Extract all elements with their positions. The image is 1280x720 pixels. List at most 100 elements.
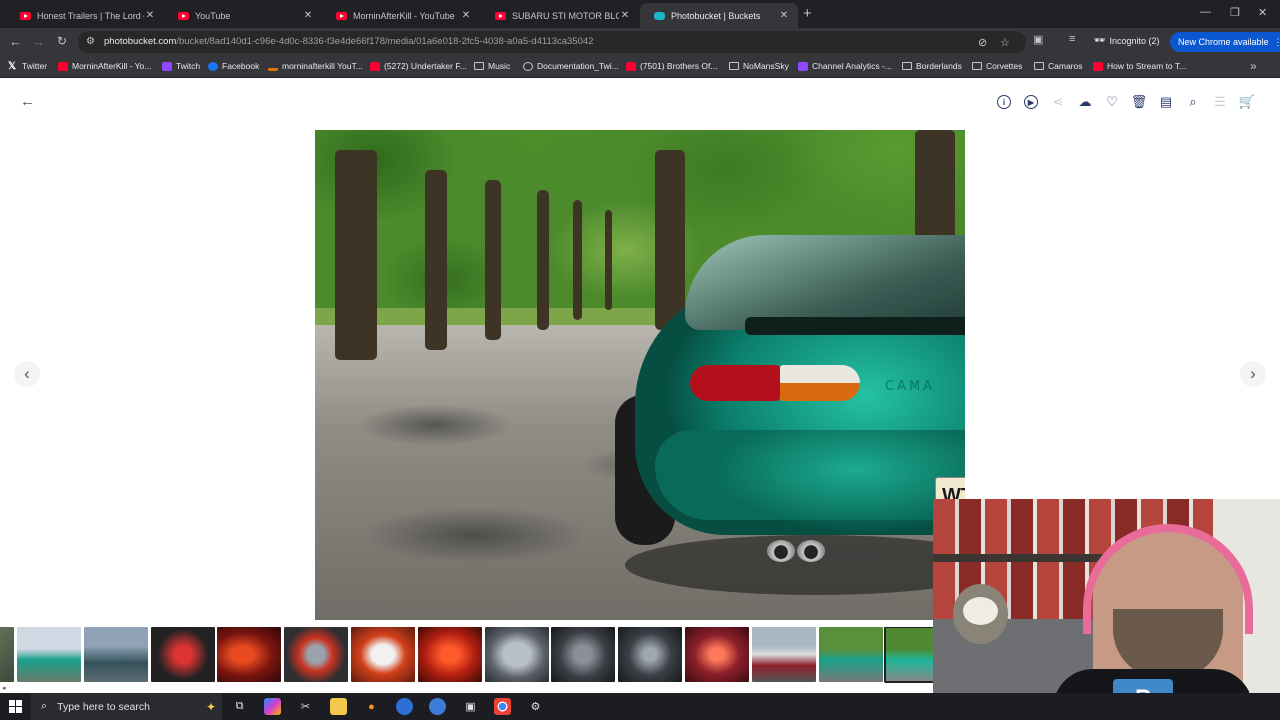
folder-icon: [474, 62, 484, 70]
analytics-icon: [268, 62, 278, 71]
tab-photobucket[interactable]: Photobucket | Buckets ✕: [640, 3, 798, 28]
previous-photo-button[interactable]: ‹: [14, 361, 40, 387]
car-exhaust: [797, 540, 825, 562]
menu-dots-icon[interactable]: ⋮: [1274, 32, 1280, 52]
bookmark-star-icon[interactable]: ☆: [1000, 36, 1010, 49]
cart-icon[interactable]: 🛒: [1238, 93, 1256, 111]
folder-icon: [729, 62, 739, 70]
edit-icon[interactable]: ☰: [1211, 93, 1229, 111]
next-photo-button[interactable]: ›: [1240, 361, 1266, 387]
tab-youtube[interactable]: YouTube ✕: [164, 3, 322, 28]
forward-icon[interactable]: →: [32, 34, 45, 49]
bookmark-twitch[interactable]: Twitch: [162, 61, 200, 71]
youtube-icon: [178, 11, 189, 20]
main-photo[interactable]: CAMA WT: [315, 130, 965, 620]
move-to-folder-icon[interactable]: ▤: [1157, 93, 1175, 111]
tab-morninafterkill[interactable]: MorninAfterKill - YouTube ✕: [322, 3, 480, 28]
bookmark-undertaker[interactable]: (5272) Undertaker F...: [370, 61, 467, 71]
bookmark-facebook[interactable]: Facebook: [208, 61, 259, 71]
bookmark-twitter[interactable]: 𝕏 Twitter: [8, 61, 47, 71]
slideshow-icon[interactable]: ▶: [1024, 95, 1038, 109]
photo-thumbnail[interactable]: [551, 627, 616, 682]
bookmark-folder-nomanssky[interactable]: NoMansSky: [729, 61, 789, 71]
tab-title: SUBARU STI MOTOR BLOWS U: [512, 10, 619, 21]
photo-thumbnail[interactable]: [818, 627, 883, 682]
windows-start-icon[interactable]: [9, 700, 22, 713]
steam-icon[interactable]: [396, 698, 413, 715]
back-icon[interactable]: ←: [9, 34, 22, 49]
youtube-icon: [495, 11, 506, 20]
photo-thumbnail[interactable]: [217, 627, 282, 682]
photo-thumbnail[interactable]: [884, 627, 940, 683]
bookmark-folder-camaros[interactable]: Camaros: [1034, 61, 1082, 71]
photo-thumbnail[interactable]: [484, 627, 549, 682]
tab-honest-trailers[interactable]: Honest Trailers | The Lord of the ✕: [6, 3, 164, 28]
bookmark-documentation[interactable]: Documentation_Twi...: [523, 61, 619, 71]
download-icon[interactable]: ☁: [1076, 93, 1094, 111]
car-tail-light: [690, 365, 780, 401]
photo-thumbnail[interactable]: [83, 627, 148, 682]
settings-gear-icon[interactable]: ⚙: [527, 698, 544, 715]
side-panel-icon[interactable]: ▣: [1033, 33, 1043, 46]
obs-icon[interactable]: [429, 698, 446, 715]
close-tab-icon[interactable]: ✕: [460, 10, 472, 21]
close-tab-icon[interactable]: ✕: [144, 10, 156, 21]
close-tab-icon[interactable]: ✕: [619, 10, 631, 21]
trash-icon[interactable]: 🗑: [1130, 93, 1148, 111]
heart-icon[interactable]: ♡: [1103, 93, 1121, 111]
bookmark-label: Music: [488, 61, 511, 71]
file-explorer-icon[interactable]: [330, 698, 347, 715]
new-chrome-available-button[interactable]: New Chrome available ⋮: [1170, 32, 1280, 52]
copilot-app-icon[interactable]: [264, 698, 281, 715]
copilot-sparkle-icon[interactable]: ✦: [206, 700, 216, 714]
tab-subaru[interactable]: SUBARU STI MOTOR BLOWS U ✕: [481, 3, 639, 28]
photo-thumbnail[interactable]: [751, 627, 816, 682]
chrome-taskbar-icon[interactable]: [494, 698, 511, 715]
photo-thumbnail[interactable]: [417, 627, 482, 682]
stream-deck-icon[interactable]: ▣: [462, 698, 479, 715]
tab-search-icon[interactable]: ≡: [1069, 33, 1075, 45]
bookmark-yt-analytics[interactable]: morninafterkill YouT...: [268, 61, 363, 71]
reload-icon[interactable]: ↻: [57, 34, 67, 48]
bitcoin-app-icon[interactable]: ●: [363, 698, 380, 715]
photo-thumbnail[interactable]: [685, 627, 749, 682]
bookmark-brothers[interactable]: (7501) Brothers Of...: [626, 61, 717, 71]
snipping-tool-icon[interactable]: ✂: [297, 698, 314, 715]
minimize-icon[interactable]: —: [1200, 6, 1211, 18]
incognito-indicator[interactable]: 🕶 Incognito (2): [1094, 35, 1159, 46]
new-tab-button[interactable]: +: [803, 5, 812, 22]
bookmark-folder-borderlands[interactable]: Borderlands: [902, 61, 962, 71]
task-view-icon[interactable]: ⧉: [231, 698, 248, 715]
eye-slash-icon[interactable]: ⊘: [978, 36, 987, 49]
share-icon[interactable]: ⋖: [1049, 93, 1067, 111]
close-tab-icon[interactable]: ✕: [778, 10, 790, 21]
bookmark-label: Twitch: [176, 61, 201, 71]
zoom-icon[interactable]: ⌕: [1184, 93, 1202, 111]
car-bumper: [655, 430, 965, 520]
back-to-bucket-icon[interactable]: ←: [20, 93, 35, 110]
photo-thumbnail[interactable]: [284, 627, 349, 682]
bookmark-channel-analytics[interactable]: Channel Analytics -...: [798, 61, 892, 71]
bookmark-label: Channel Analytics -...: [812, 61, 892, 71]
scroll-left-icon[interactable]: ◂: [2, 684, 6, 692]
site-settings-icon[interactable]: ⚙: [86, 36, 97, 47]
photo-thumbnail[interactable]: [351, 627, 415, 682]
restore-icon[interactable]: ❐: [1230, 6, 1240, 19]
close-window-icon[interactable]: ✕: [1258, 6, 1267, 19]
photo-thumbnail[interactable]: [150, 627, 215, 682]
photo-thumbnail[interactable]: [0, 627, 14, 682]
address-bar[interactable]: ⚙ photobucket.com/bucket/8ad140d1-c96e-4…: [78, 31, 1026, 53]
more-bookmarks-icon[interactable]: »: [1250, 59, 1257, 73]
photo-thumbnail[interactable]: [618, 627, 683, 682]
youtube-icon: [626, 61, 636, 71]
bookmark-morninafterkill[interactable]: MorninAfterKill - Yo...: [58, 61, 151, 71]
bookmark-folder-corvettes[interactable]: Corvettes: [972, 61, 1022, 71]
bookmark-label: (7501) Brothers Of...: [640, 61, 718, 71]
taskbar-search-box[interactable]: ⌕ Type here to search ✦: [31, 693, 222, 720]
info-icon[interactable]: i: [997, 95, 1011, 109]
bookmark-how-to-stream[interactable]: How to Stream to T...: [1093, 61, 1186, 71]
bookmark-folder-music[interactable]: Music: [474, 61, 510, 71]
bookmark-label: Corvettes: [986, 61, 1023, 71]
photo-thumbnail[interactable]: [17, 627, 81, 682]
close-tab-icon[interactable]: ✕: [302, 10, 314, 21]
